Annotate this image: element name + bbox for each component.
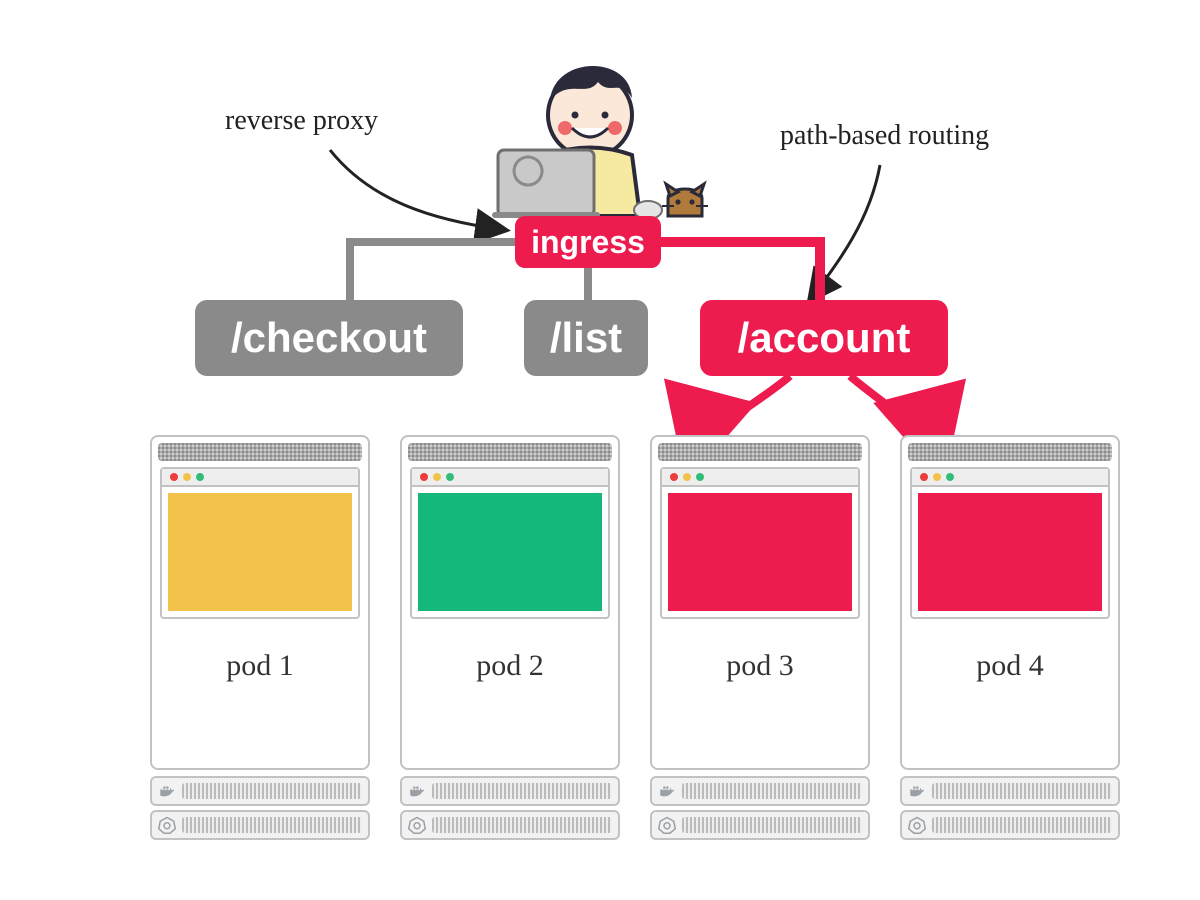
kubernetes-icon [408,816,426,834]
kubernetes-icon [158,816,176,834]
user-illustration [492,66,708,219]
traffic-light-min-icon [183,473,191,481]
rack-vents [682,783,862,799]
app-screen [418,493,602,611]
server-vent-top [658,443,862,461]
window-titlebar [912,469,1108,487]
rack-vents [932,783,1112,799]
rack-vents [432,817,612,833]
cat-icon [662,184,708,216]
docker-icon [658,782,676,800]
pod-label: pod 2 [402,649,618,683]
route-list: /list [524,300,648,376]
rack-vents [682,817,862,833]
rack-vents [182,817,362,833]
server-vent-top [908,443,1112,461]
traffic-light-max-icon [946,473,954,481]
rack-docker [650,776,870,806]
traffic-light-close-icon [670,473,678,481]
traffic-light-min-icon [433,473,441,481]
rack-kubernetes [150,810,370,840]
connector-ingress-checkout [350,242,520,300]
connector-ingress-account [656,242,820,300]
docker-icon [408,782,426,800]
kubernetes-icon [908,816,926,834]
route-account: /account [700,300,948,376]
pod-label: pod 3 [652,649,868,683]
server-vent-top [158,443,362,461]
traffic-light-min-icon [683,473,691,481]
rack-docker [150,776,370,806]
rack-4 [900,772,1120,840]
app-screen [168,493,352,611]
app-window [160,467,360,619]
window-titlebar [162,469,358,487]
rack-vents [182,783,362,799]
app-screen [668,493,852,611]
annotation-reverse-proxy: reverse proxy [225,105,378,137]
app-window [910,467,1110,619]
app-window [660,467,860,619]
window-titlebar [662,469,858,487]
rack-kubernetes [900,810,1120,840]
ingress-node: ingress [515,216,661,268]
traffic-light-max-icon [446,473,454,481]
traffic-light-min-icon [933,473,941,481]
rack-kubernetes [650,810,870,840]
docker-icon [158,782,176,800]
window-titlebar [412,469,608,487]
traffic-light-close-icon [420,473,428,481]
traffic-light-close-icon [170,473,178,481]
pod-card-1: pod 1 [150,435,370,770]
pod-card-4: pod 4 [900,435,1120,770]
arrow-path-based-routing [810,165,880,300]
rack-3 [650,772,870,840]
route-checkout: /checkout [195,300,463,376]
pod-card-3: pod 3 [650,435,870,770]
traffic-light-close-icon [920,473,928,481]
docker-icon [908,782,926,800]
pod-label: pod 1 [152,649,368,683]
traffic-light-max-icon [196,473,204,481]
arrow-reverse-proxy [330,150,505,230]
rack-1 [150,772,370,840]
rack-vents [432,783,612,799]
server-vent-top [408,443,612,461]
traffic-light-max-icon [696,473,704,481]
rack-2 [400,772,620,840]
kubernetes-icon [658,816,676,834]
rack-kubernetes [400,810,620,840]
app-screen [918,493,1102,611]
rack-docker [400,776,620,806]
pod-card-2: pod 2 [400,435,620,770]
rack-docker [900,776,1120,806]
pod-label: pod 4 [902,649,1118,683]
rack-vents [932,817,1112,833]
annotation-path-based-routing: path-based routing [780,120,989,152]
app-window [410,467,610,619]
